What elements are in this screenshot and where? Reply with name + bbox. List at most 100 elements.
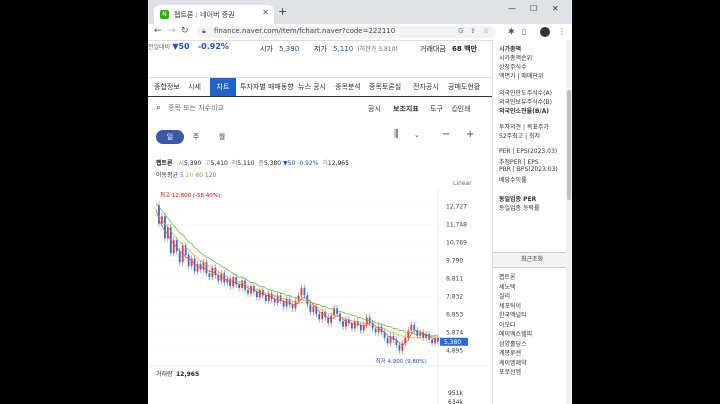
open-price: 시가 5,390: [260, 45, 300, 53]
compare-search-input[interactable]: [168, 104, 288, 112]
candle-body: [380, 326, 383, 333]
vol-tick-0: 951k: [448, 390, 463, 397]
stock-info-sidebar: 시가총액 시가총액순위 상장주식수 액면가 | 매매단위 외국인한도주식수(A) 외국인보…: [492, 40, 572, 404]
recent-stock-item[interactable]: 세노텍: [499, 282, 516, 291]
tab-chart[interactable]: 차트: [210, 78, 236, 96]
recent-stock-item[interactable]: 한국맥널티: [499, 310, 527, 319]
profile-avatar[interactable]: [540, 27, 550, 37]
volume-chart: 거래량 12,965 951k 634k: [148, 365, 492, 404]
price-chart[interactable]: 12,727 11,748 10,769 9,790 8,811 7,832 6,853 5,…: [148, 190, 492, 365]
candle-body: [312, 306, 315, 312]
close-window-button[interactable]: ✕: [552, 4, 559, 13]
candle-body: [166, 227, 169, 239]
quote-bar: 전일대비 ▼50 -0.92%: [148, 42, 229, 51]
sidebar-group1-item: 시가총액순위: [499, 55, 533, 62]
maximize-button[interactable]: ☐: [530, 4, 537, 13]
tab-short-selling[interactable]: 공매도현황: [448, 82, 480, 92]
recent-stock-item[interactable]: 케이엠제약: [499, 358, 527, 367]
y-tick-label: 9,790: [446, 258, 463, 265]
period-week-button[interactable]: 주: [188, 130, 204, 144]
candle-body: [172, 240, 175, 254]
candle-body: [238, 284, 241, 289]
last-price-label: 5,380: [444, 339, 461, 346]
extensions-icon[interactable]: ✱: [508, 27, 515, 36]
candle-body: [303, 288, 306, 296]
recent-stock-item[interactable]: 세포틱이: [499, 301, 521, 310]
new-tab-button[interactable]: +: [278, 5, 287, 18]
candle-body: [365, 317, 368, 325]
main-content: 전일대비 ▼50 -0.92% 시가 5,390 저가 5,110 (하한가 3…: [148, 40, 492, 404]
candle-body: [291, 304, 294, 309]
tab-news[interactable]: 뉴스 공시: [298, 82, 326, 92]
disclosure-tool[interactable]: 공시: [368, 104, 381, 114]
candle-body: [368, 317, 371, 324]
sidebar-group4-item: PBR | BPS(2023.03): [499, 166, 558, 173]
tab-discussion[interactable]: 종목토론실: [369, 82, 401, 92]
zoom-in-icon[interactable]: +: [466, 129, 474, 140]
recent-stock-item[interactable]: 이모다: [499, 320, 516, 329]
candle-type-icon[interactable]: ⫼: [394, 129, 399, 140]
browser-tab[interactable]: N 펩트론 : 네이버 증권 ✕: [154, 5, 274, 24]
candle-body: [267, 293, 270, 301]
forward-arrow-icon[interactable]: →: [168, 26, 176, 36]
tab-summary[interactable]: 종합정보: [154, 82, 180, 92]
candle-body: [253, 286, 255, 292]
search-icon: ⌕: [156, 103, 162, 113]
tab-disclosure[interactable]: 전자공시: [413, 82, 439, 92]
candle-body: [199, 264, 202, 270]
recent-stock-item[interactable]: 실리: [499, 291, 510, 300]
indicator-tool[interactable]: 보조지표: [393, 104, 419, 114]
recent-stock-item[interactable]: 펩트론: [499, 272, 516, 281]
scale-type-label[interactable]: Linear: [453, 180, 472, 187]
candle-body: [282, 300, 285, 307]
max-price-label: 최고 12,800 (-58.40%): [160, 191, 220, 199]
zoom-out-icon[interactable]: −: [442, 129, 450, 140]
y-tick-label: 4,895: [446, 348, 463, 355]
browser-window: N 펩트론 : 네이버 증권 ✕ + — ☐ ✕ ← → ↻ 🔒︎ financ…: [148, 0, 572, 404]
print-tool[interactable]: ⎙인쇄: [452, 104, 471, 114]
tab-investor-trading[interactable]: 투자자별 매매동향: [240, 82, 294, 92]
y-tick-label: 6,853: [446, 312, 463, 319]
tab-quotes[interactable]: 시세: [188, 82, 201, 92]
y-tick-label: 5,874: [446, 330, 463, 337]
candle-body: [208, 273, 211, 277]
candle-body: [164, 216, 166, 239]
drawing-tool[interactable]: 도구: [430, 104, 443, 114]
chevron-down-icon[interactable]: ⌄: [414, 131, 420, 139]
sidebar-group5-item: 동일업종 등락률: [499, 205, 540, 212]
candle-body: [211, 267, 214, 277]
period-month-button[interactable]: 월: [214, 130, 230, 144]
side-panel-icon[interactable]: ▯: [522, 27, 526, 36]
candle-body: [300, 288, 303, 296]
period-day-button[interactable]: 일: [156, 130, 184, 144]
page-scrollbar[interactable]: [566, 40, 572, 404]
sidebar-group4-item: 배당수익률: [499, 177, 527, 184]
share-icon[interactable]: ⇪: [470, 27, 476, 35]
omnibox[interactable]: 🔒︎ finance.naver.com/item/fchart.naver?c…: [196, 26, 496, 38]
candle-body: [273, 299, 276, 303]
sidebar-group2-item: 외국인한도주식수(A): [499, 90, 552, 97]
sidebar-group3-item: 투자의견 | 목표주가: [499, 124, 549, 131]
menu-kebab-icon[interactable]: ⋮: [558, 27, 566, 36]
url-text[interactable]: finance.naver.com/item/fchart.naver?code…: [214, 27, 395, 35]
candle-body: [256, 291, 258, 298]
recent-stock-item[interactable]: 삼양홀딩스: [499, 339, 527, 348]
candle-body: [318, 313, 321, 320]
recent-stock-item[interactable]: 에이엑스텔피: [499, 329, 532, 338]
change-pct: -0.92%: [197, 42, 229, 51]
minimize-button[interactable]: —: [508, 4, 516, 13]
tab-title: 펩트론 : 네이버 증권: [174, 10, 235, 19]
google-icon[interactable]: G: [458, 27, 463, 35]
recent-stock-item[interactable]: 계봉루센: [499, 348, 521, 357]
candle-body: [261, 289, 264, 296]
ohlc-summary: 펩트론 시5,390 고5,410 저5,110 종5,380 ▼50 -0.9…: [156, 160, 349, 167]
candle-body: [178, 251, 181, 263]
scrollbar-thumb[interactable]: [567, 90, 571, 200]
candle-body: [410, 324, 413, 331]
back-arrow-icon[interactable]: ←: [154, 26, 162, 36]
tab-analysis[interactable]: 종목분석: [335, 82, 361, 92]
bookmark-star-icon[interactable]: ☆: [483, 27, 489, 35]
reload-icon[interactable]: ↻: [181, 26, 189, 36]
recent-stock-item[interactable]: 포로선엠: [499, 367, 521, 376]
tab-close-icon[interactable]: ✕: [262, 8, 269, 17]
